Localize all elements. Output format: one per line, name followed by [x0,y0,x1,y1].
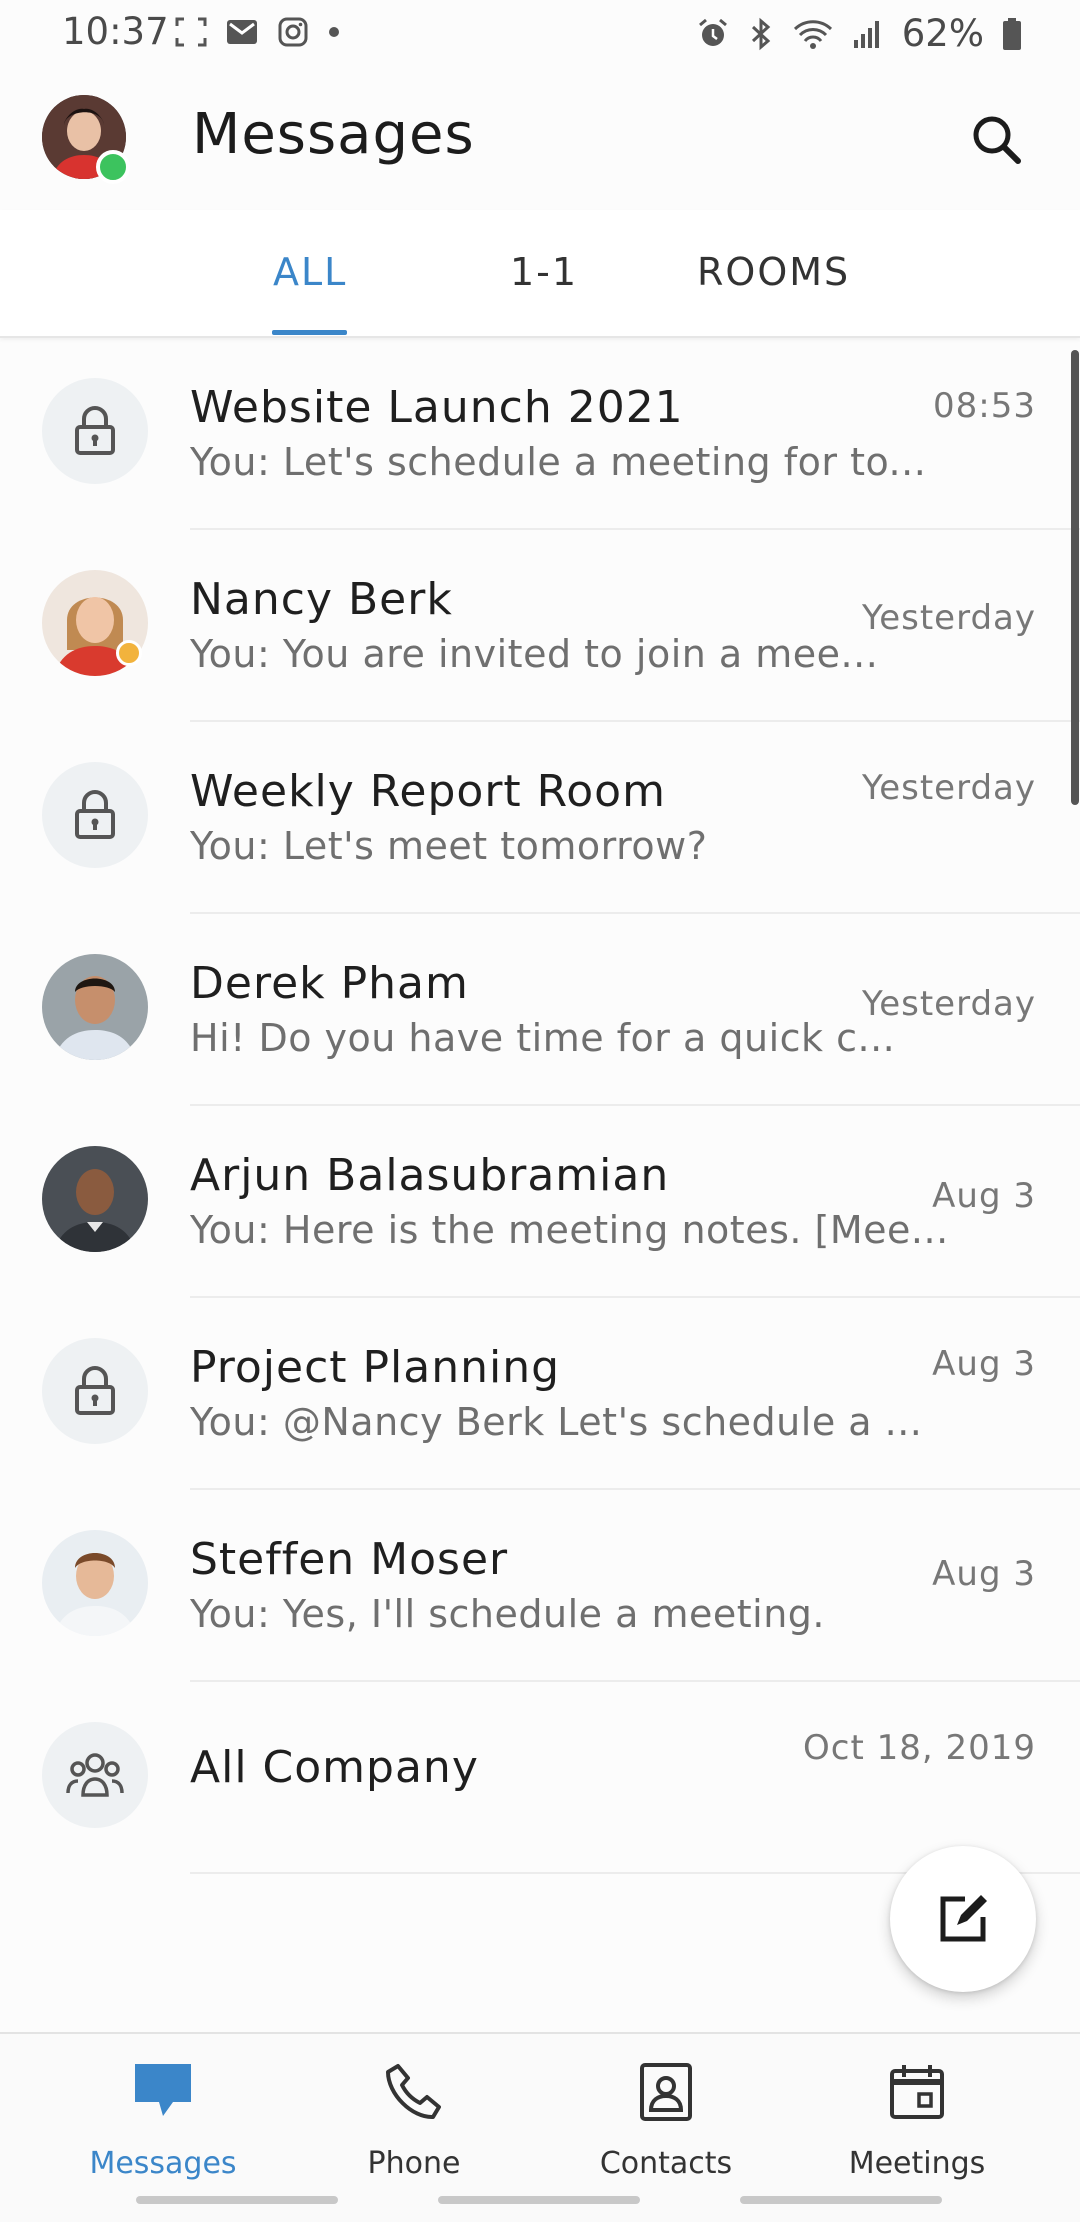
instagram-icon [278,17,308,47]
conversation-list[interactable]: Website Launch 2021 You: Let's schedule … [0,338,1080,1874]
conversation-name: Arjun Balasubramian [190,1150,670,1201]
gmail-icon [227,20,257,44]
scrollbar[interactable] [1071,350,1079,805]
conversation-name: Derek Pham [190,958,469,1009]
conversation-time: 08:53 [933,386,1036,426]
conversation-time: Aug 3 [932,1344,1036,1384]
conversation-name: Steffen Moser [190,1534,509,1585]
conversation-preview: You: You are invited to join a mee... [190,632,879,676]
nav-label: Messages [89,2146,237,2181]
tab-all[interactable]: ALL [273,250,347,294]
conversation-preview: Hi! Do you have time for a quick c... [190,1016,896,1060]
chat-icon [135,2064,191,2116]
room-avatar [42,762,148,868]
contact-avatar [42,954,148,1060]
search-icon [973,116,1021,164]
conversation-name: All Company [190,1742,479,1793]
status-time: 10:37 [62,10,169,53]
nav-label: Meetings [848,2146,986,2181]
conversation-preview: You: Here is the meeting notes. [Mee... [190,1208,949,1252]
conversation-preview: You: Let's meet tomorrow? [190,824,708,868]
conversation-row[interactable]: All Company Oct 18, 2019 [0,1682,1080,1874]
avatar-image [42,1530,148,1636]
status-left-icons [175,16,341,48]
conversation-name: Nancy Berk [190,574,453,625]
conversation-time: Yesterday [861,768,1036,808]
lock-icon [75,790,115,839]
conversation-row[interactable]: Project Planning You: @Nancy Berk Let's … [0,1298,1080,1490]
avatar-image [42,954,148,1060]
nav-label: Contacts [599,2146,733,2181]
conversation-row[interactable]: Derek Pham Hi! Do you have time for a qu… [0,914,1080,1106]
gesture-bar-right [740,2196,942,2204]
conversation-row[interactable]: Nancy Berk You: You are invited to join … [0,530,1080,722]
conversation-name: Website Launch 2021 [190,382,684,433]
gesture-bar-center [438,2196,640,2204]
page-title: Messages [192,102,475,167]
calendar-icon [890,2065,944,2119]
group-icon [66,1753,124,1797]
avatar-image [42,1146,148,1252]
nav-label: Phone [367,2146,461,2181]
conversation-row[interactable]: Website Launch 2021 You: Let's schedule … [0,338,1080,530]
notification-dot-icon [329,27,339,37]
battery-icon [1003,17,1021,50]
conversation-preview: You: Let's schedule a meeting for to... [190,440,927,484]
contact-avatar [42,1530,148,1636]
compose-button[interactable] [890,1846,1036,1992]
lock-icon [75,406,115,455]
contacts-icon [640,2063,692,2121]
compose-icon [940,1895,987,1942]
active-tab-indicator [272,330,347,335]
bluetooth-icon [751,17,770,50]
conversation-name: Weekly Report Room [190,766,666,817]
signal-icon [853,20,879,48]
tab-rooms[interactable]: ROOMS [697,250,850,294]
screenshot-icon [175,17,207,47]
conversation-time: Aug 3 [932,1554,1036,1594]
app-bar: Messages [0,70,1080,210]
tab-1-1[interactable]: 1-1 [510,250,578,294]
presence-online-badge [96,150,130,184]
contact-avatar [42,1146,148,1252]
status-right-icons: 62% [696,12,1022,55]
tab-bar: ALL 1-1 ROOMS [0,210,1080,338]
bottom-navigation: Messages Phone Contacts Meetings [0,2032,1080,2222]
conversation-name: Project Planning [190,1342,561,1393]
conversation-row[interactable]: Weekly Report Room You: Let's meet tomor… [0,722,1080,914]
conversation-time: Aug 3 [932,1176,1036,1216]
alarm-icon [698,18,727,46]
room-avatar [42,1722,148,1828]
conversation-time: Yesterday [861,984,1036,1024]
wifi-icon [793,19,832,49]
conversation-time: Oct 18, 2019 [803,1728,1036,1768]
conversation-time: Yesterday [861,598,1036,638]
conversation-row[interactable]: Arjun Balasubramian You: Here is the mee… [0,1106,1080,1298]
lock-icon [75,1366,115,1415]
battery-percent: 62% [901,12,984,55]
away-status-badge [116,640,142,666]
phone-icon [386,2064,441,2120]
conversation-preview: You: @Nancy Berk Let's schedule a ... [190,1400,923,1444]
search-button[interactable] [965,108,1029,172]
status-bar: 10:37 62% [0,0,1080,70]
conversation-preview: You: Yes, I'll schedule a meeting. [190,1592,825,1636]
room-avatar [42,1338,148,1444]
gesture-bar-left [136,2196,338,2204]
room-avatar [42,378,148,484]
conversation-row[interactable]: Steffen Moser You: Yes, I'll schedule a … [0,1490,1080,1682]
